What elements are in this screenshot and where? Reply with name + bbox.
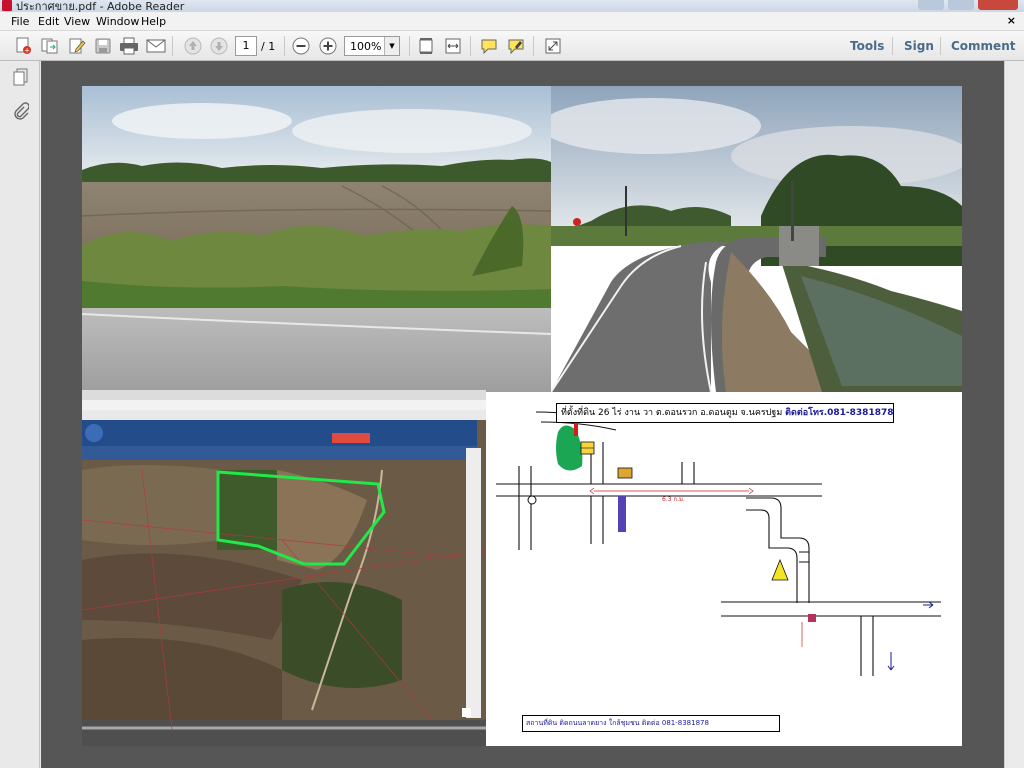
page-thumbnails-icon[interactable] <box>11 67 31 87</box>
satellite-map-screenshot <box>82 390 486 746</box>
toolbar-separator <box>409 36 410 56</box>
toolbar-separator <box>940 37 941 55</box>
window-close-button[interactable] <box>978 0 1018 10</box>
location-title: ที่ตั้งที่ดิน 26 ไร่ งาน วา ต.ดอนรวก อ.ด… <box>561 408 783 418</box>
chevron-down-icon[interactable]: ▼ <box>384 37 399 55</box>
zoom-value: 100% <box>350 40 382 53</box>
main-toolbar: + 1 / 1 100% ▼ Tools Sign Comment <box>0 31 1024 61</box>
minimize-button[interactable] <box>918 0 944 10</box>
sticky-note-icon[interactable] <box>478 35 500 57</box>
zoom-out-icon[interactable] <box>290 35 312 57</box>
print-icon[interactable] <box>118 35 140 57</box>
navigation-pane <box>0 61 40 768</box>
location-map-diagram: ที่ตั้งที่ดิน 26 ไร่ งาน วา ต.ดอนรวก อ.ด… <box>486 392 962 746</box>
window-titlebar: ประกาศขาย.pdf - Adobe Reader <box>0 0 1024 12</box>
pdf-page: ที่ตั้งที่ดิน 26 ไร่ งาน วา ต.ดอนรวก อ.ด… <box>82 86 962 746</box>
fullscreen-icon[interactable] <box>542 35 564 57</box>
highlight-icon[interactable] <box>505 35 527 57</box>
road-photo <box>551 86 962 392</box>
attachments-icon[interactable] <box>11 101 31 121</box>
field-photo <box>82 86 551 392</box>
email-icon[interactable] <box>145 35 167 57</box>
vertical-scrollbar[interactable] <box>1004 61 1024 768</box>
zoom-select[interactable]: 100% ▼ <box>344 36 400 56</box>
toolbar-separator <box>172 36 173 56</box>
combine-files-icon[interactable] <box>39 35 61 57</box>
menu-help[interactable]: Help <box>141 15 166 28</box>
page-number-input[interactable]: 1 <box>235 36 257 56</box>
toolbar-separator <box>284 36 285 56</box>
location-footer-label: สถานที่ดิน ติดถนนลาดยาง ใกล้ชุมชน ติดต่อ… <box>522 715 780 732</box>
previous-page-icon[interactable] <box>182 35 204 57</box>
menu-bar: File Edit View Window Help × <box>0 12 1024 31</box>
zoom-in-icon[interactable] <box>317 35 339 57</box>
toolbar-separator <box>470 36 471 56</box>
sign-pane-button[interactable]: Sign <box>904 39 934 53</box>
window-controls <box>918 0 1018 10</box>
adobe-reader-app-icon <box>2 0 12 11</box>
next-page-icon[interactable] <box>208 35 230 57</box>
document-close-button[interactable]: × <box>1007 14 1016 27</box>
toolbar-separator <box>533 36 534 56</box>
maximize-button[interactable] <box>948 0 974 10</box>
page-total: / 1 <box>261 40 276 53</box>
menu-window[interactable]: Window <box>96 15 139 28</box>
menu-edit[interactable]: Edit <box>38 15 59 28</box>
window-title: ประกาศขาย.pdf - Adobe Reader <box>16 0 185 12</box>
location-header-label: ที่ตั้งที่ดิน 26 ไร่ งาน วา ต.ดอนรวก อ.ด… <box>556 403 894 423</box>
create-pdf-icon[interactable]: + <box>13 35 35 57</box>
distance-label: 6.3 ก.ม. <box>662 496 685 503</box>
fit-page-icon[interactable] <box>415 35 437 57</box>
menu-view[interactable]: View <box>64 15 90 28</box>
save-icon[interactable] <box>92 35 114 57</box>
fit-width-icon[interactable] <box>442 35 464 57</box>
svg-text:+: + <box>24 47 30 55</box>
tools-pane-button[interactable]: Tools <box>850 39 884 53</box>
menu-file[interactable]: File <box>11 15 29 28</box>
comment-pane-button[interactable]: Comment <box>951 39 1015 53</box>
edit-pdf-icon[interactable] <box>66 35 88 57</box>
contact-phone: ติดต่อโทร.081-8381878 <box>785 408 894 418</box>
toolbar-separator <box>892 37 893 55</box>
